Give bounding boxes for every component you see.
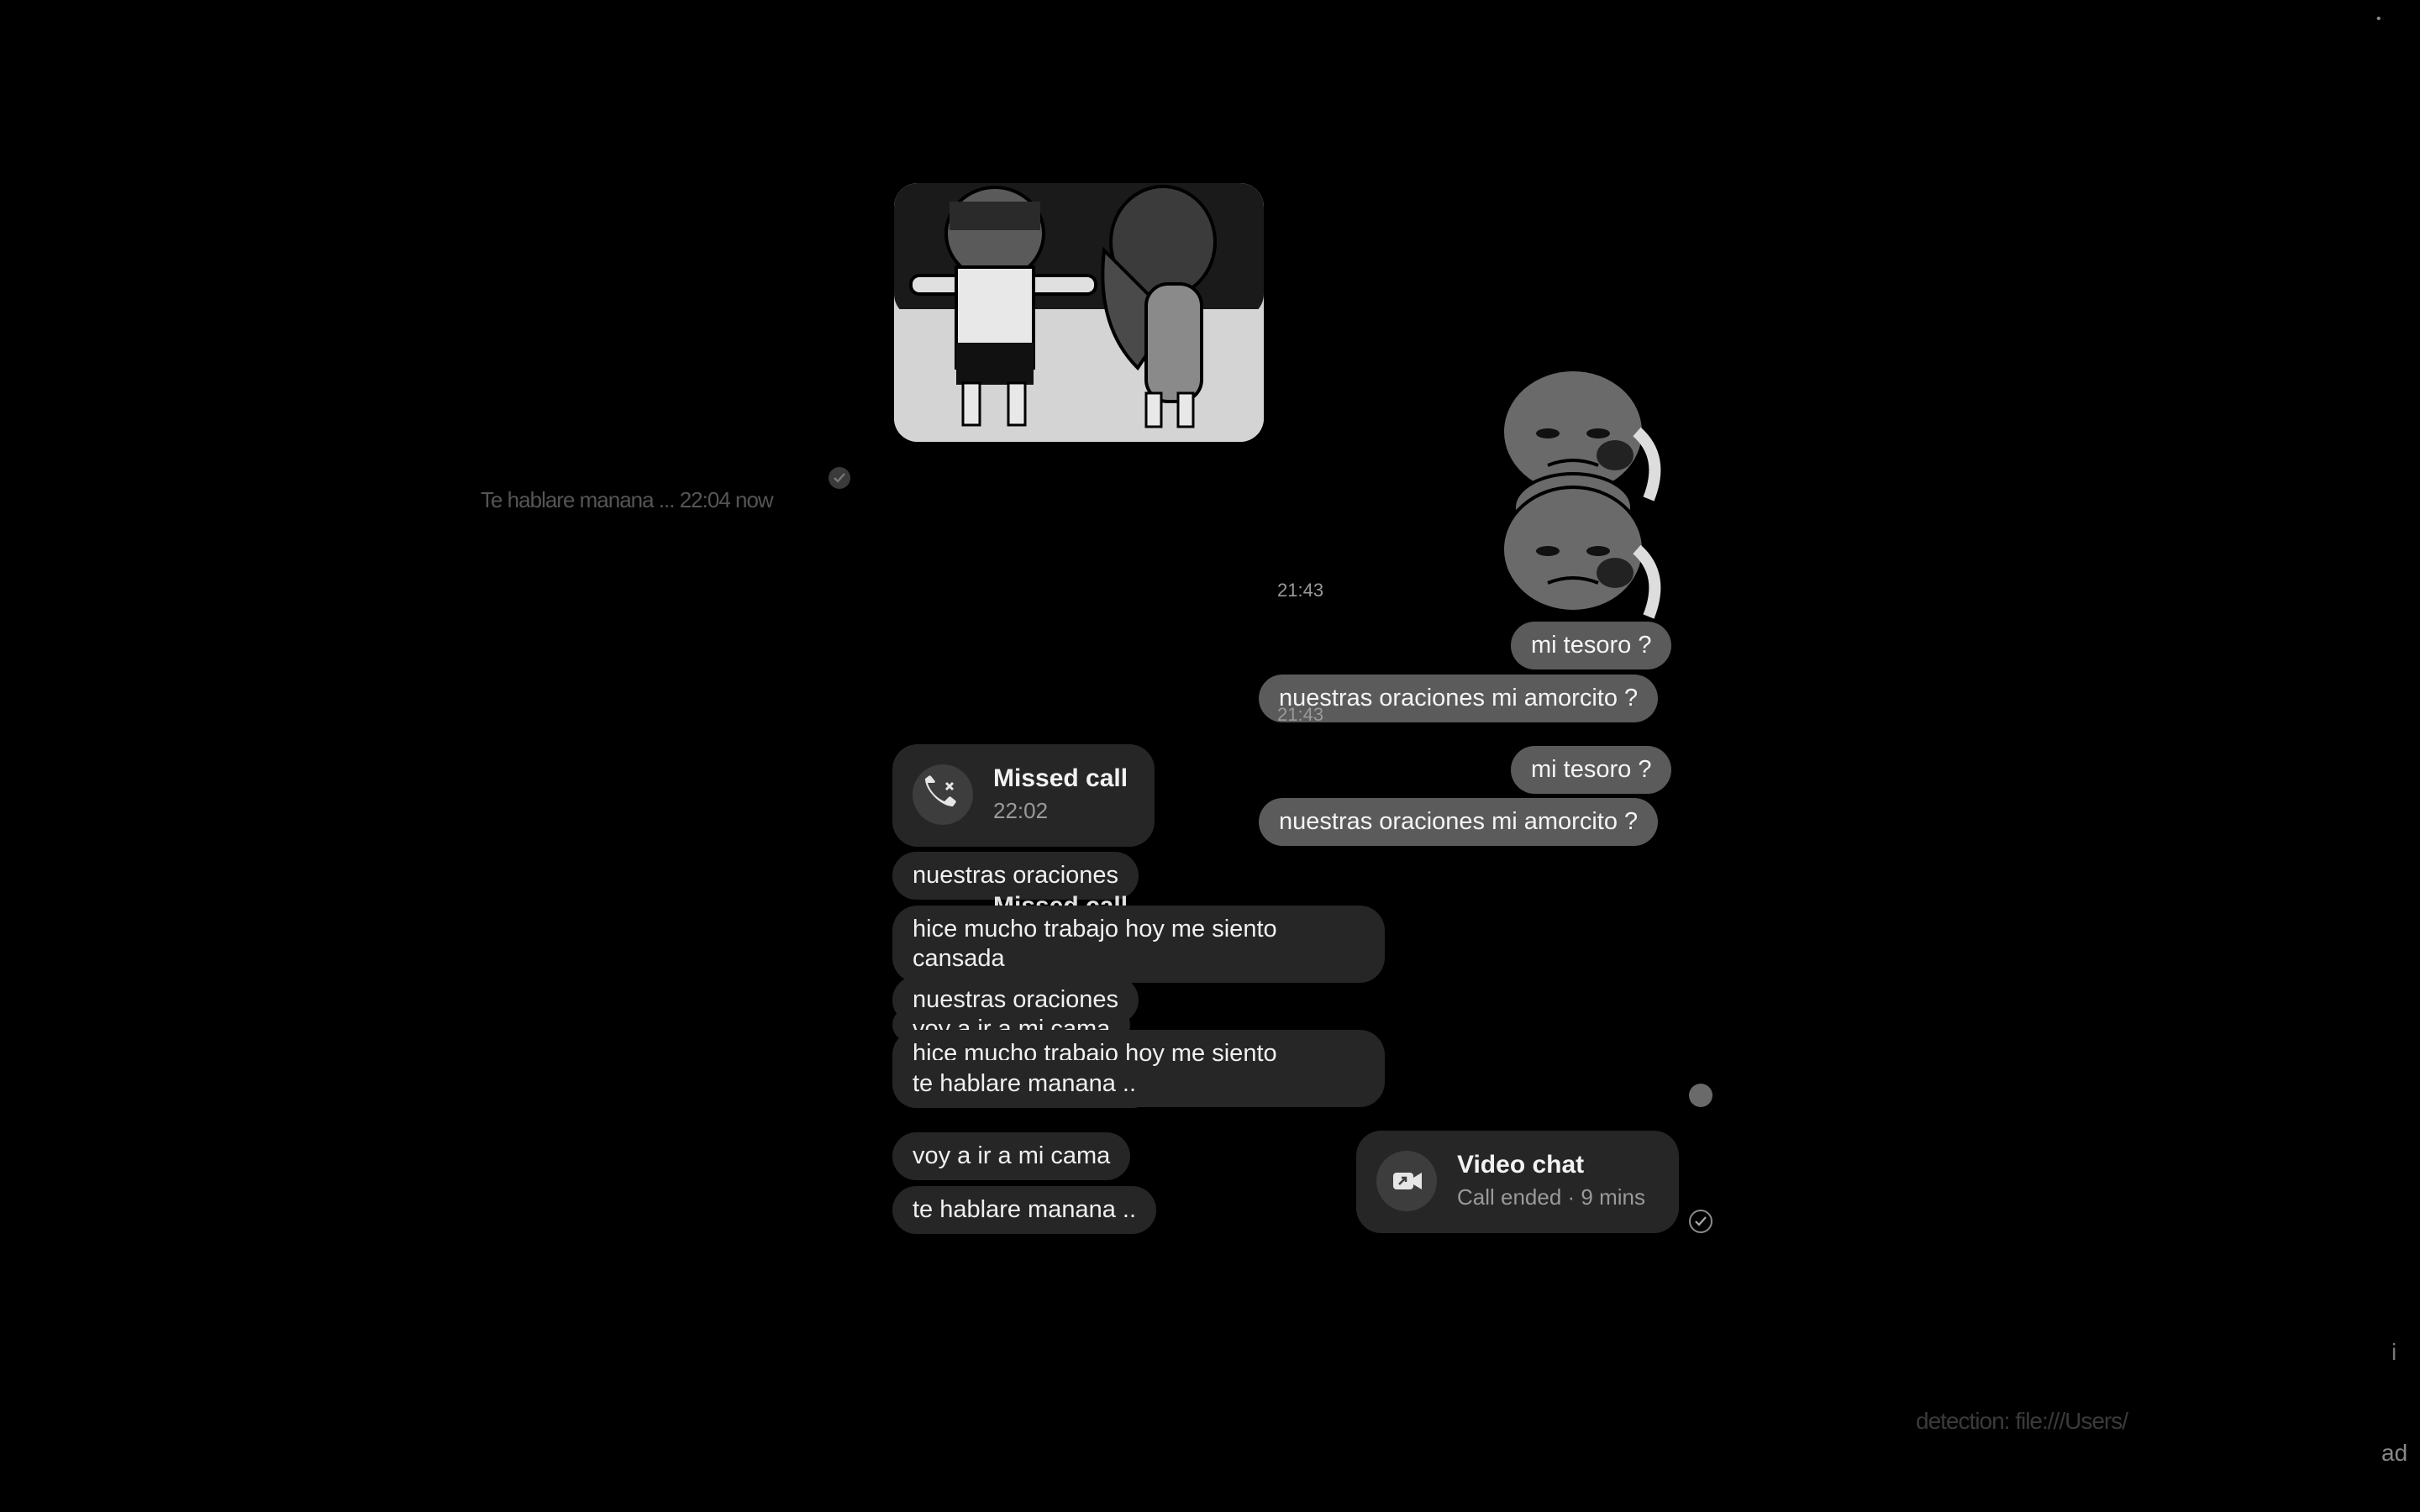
video-camera-icon [1376,1151,1437,1211]
outgoing-message[interactable]: mi tesoro ? [1511,746,1672,794]
corner-indicator: • [2376,12,2381,26]
ghost-url-text: detection: file:///Users/ [1916,1408,2128,1434]
read-receipt-icon [829,467,850,489]
ghost-preview-text: Te hablare manana ... 22:04 now [481,487,774,512]
missed-call-card[interactable]: Missed call 22:02 [892,744,1155,847]
missed-call-title: Missed call [993,764,1128,792]
incoming-message[interactable]: hice mucho trabajo hoy me siento cansada [892,906,1385,983]
video-chat-title: Video chat [1457,1151,1585,1179]
video-chat-subtitle: Call ended · 9 mins [1457,1184,1645,1210]
edge-glyph: i [2391,1339,2397,1365]
timestamp: 21:43 [1277,580,1324,601]
sticker-image-kids[interactable] [894,183,1264,442]
edge-text: ad [2381,1440,2408,1466]
outgoing-message[interactable]: nuestras oraciones mi amorcito ? [1259,798,1659,846]
incoming-message[interactable]: te hablare manana .. [892,1186,1157,1234]
seen-check-icon [1689,1210,1712,1233]
outgoing-message[interactable]: mi tesoro ? [1511,622,1672,669]
incoming-message[interactable]: voy a ir a mi cama [892,1132,1131,1180]
incoming-message[interactable]: te hablare manana .. [892,1060,1157,1108]
missed-call-icon [913,764,973,825]
video-chat-card[interactable]: Video chat Call ended · 9 mins [1356,1131,1679,1233]
avatar [1689,1084,1712,1107]
missed-call-time: 22:02 [993,798,1049,823]
timestamp: 21:43 [1277,704,1324,725]
